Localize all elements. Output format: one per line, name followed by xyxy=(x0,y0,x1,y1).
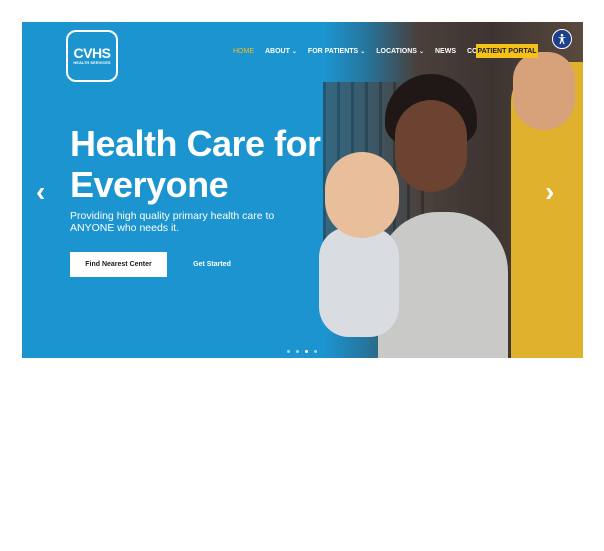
nav-item-locations[interactable]: LOCATIONS ⌄ xyxy=(376,48,424,55)
logo-subtext: HEALTH SERVICES xyxy=(73,60,111,65)
accessibility-figure xyxy=(557,33,567,44)
main-nav: HOME ABOUT ⌄ FOR PATIENTS ⌄ LOCATIONS ⌄ … xyxy=(233,48,501,55)
site-logo[interactable]: CVHS HEALTH SERVICES xyxy=(66,30,118,82)
hero-headline: Health Care for Everyone xyxy=(70,123,321,205)
patient-portal-button[interactable]: PATIENT PORTAL xyxy=(476,44,538,58)
logo-text: CVHS xyxy=(73,45,111,61)
photo-baby-face xyxy=(325,152,399,238)
slider-dot-active[interactable] xyxy=(305,350,308,353)
chevron-down-icon: ⌄ xyxy=(360,49,366,55)
chevron-down-icon: ⌄ xyxy=(418,49,424,55)
nav-item-label: NEWS xyxy=(434,48,456,55)
nav-item-news[interactable]: NEWS xyxy=(435,48,456,55)
photo-baby-body xyxy=(319,227,399,337)
hero-subheadline: Providing high quality primary health ca… xyxy=(70,210,275,234)
slider-dots xyxy=(287,350,317,353)
nav-item-label: LOCATIONS xyxy=(376,48,417,55)
photo-man-face xyxy=(513,52,575,130)
slider-dot[interactable] xyxy=(296,350,299,353)
hero-banner: CVHS HEALTH SERVICES HOME ABOUT ⌄ FOR PA… xyxy=(22,22,583,358)
get-started-link[interactable]: Get Started xyxy=(182,252,242,277)
chevron-down-icon: ⌄ xyxy=(291,49,297,55)
nav-item-home[interactable]: HOME xyxy=(233,48,254,55)
nav-item-label: FOR PATIENTS xyxy=(307,48,359,55)
nav-item-label: HOME xyxy=(233,48,254,55)
chevron-right-icon[interactable]: › xyxy=(545,177,554,207)
nav-item-about[interactable]: ABOUT ⌄ xyxy=(265,48,297,55)
photo-woman-face xyxy=(395,100,467,192)
slider-dot[interactable] xyxy=(314,350,317,353)
accessibility-icon[interactable] xyxy=(552,29,572,49)
find-nearest-center-button[interactable]: Find Nearest Center xyxy=(70,252,167,277)
slider-dot[interactable] xyxy=(287,350,290,353)
nav-item-for-patients[interactable]: FOR PATIENTS ⌄ xyxy=(308,48,365,55)
nav-item-label: ABOUT xyxy=(265,48,290,55)
chevron-left-icon[interactable]: ‹ xyxy=(36,177,45,207)
